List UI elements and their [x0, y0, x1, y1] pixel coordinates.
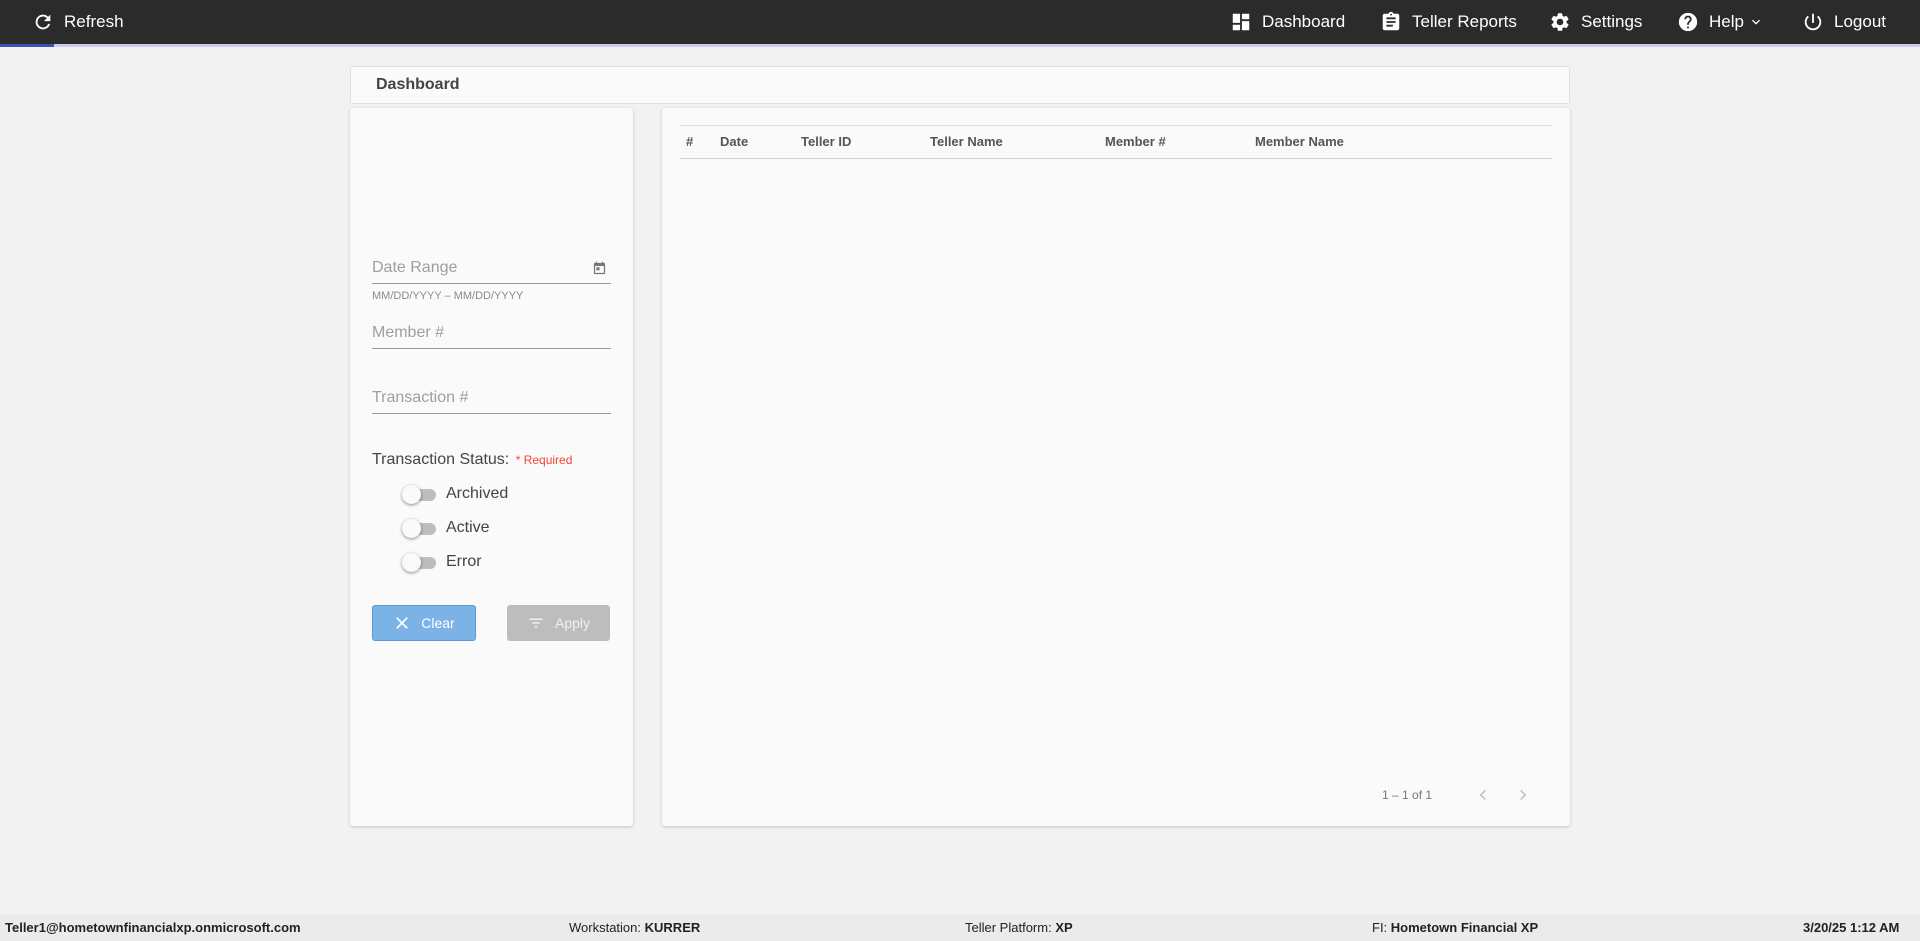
column-header-member-name[interactable]: Member Name — [1255, 126, 1344, 158]
loading-progress-fill — [0, 44, 54, 47]
next-page-button[interactable] — [1509, 781, 1537, 809]
chevron-left-icon — [1479, 789, 1486, 801]
paginator-range-label: 1 – 1 of 1 — [1382, 788, 1433, 802]
workstation-label: Workstation: — [569, 920, 642, 935]
active-label: Active — [446, 519, 490, 536]
logout-button[interactable]: Logout — [1802, 0, 1886, 44]
member-number-input[interactable] — [372, 321, 582, 345]
nav-teller-reports-label: Teller Reports — [1412, 12, 1517, 31]
teller-platform-value: XP — [1055, 920, 1073, 935]
transaction-status-label: Transaction Status: * Required — [372, 451, 572, 469]
apply-label: Apply — [554, 615, 591, 631]
archived-switch[interactable] — [402, 484, 438, 504]
table-header-row: # Date Teller ID Teller Name Member # Me… — [680, 125, 1552, 159]
fi-info: FI: Hometown Financial XP — [1372, 914, 1538, 941]
column-header-teller-id[interactable]: Teller ID — [801, 126, 851, 158]
error-toggle[interactable]: Error — [402, 550, 482, 574]
clear-button[interactable]: Clear — [372, 605, 476, 641]
nav-help-label: Help — [1709, 12, 1744, 31]
gear-icon — [1551, 13, 1569, 31]
help-icon — [1678, 12, 1698, 32]
chevron-down-icon — [1751, 19, 1760, 25]
nav-help-menu-button[interactable]: Help — [1677, 0, 1764, 44]
nav-settings-label: Settings — [1581, 12, 1643, 31]
column-header-teller-name[interactable]: Teller Name — [930, 126, 1003, 158]
workstation-info: Workstation: KURRER — [569, 914, 700, 941]
nav-dashboard-button[interactable]: Dashboard — [1230, 0, 1345, 44]
nav-dashboard-label: Dashboard — [1262, 12, 1346, 31]
top-navigation-bar: Refresh Dashboard Teller Reports Setting… — [0, 0, 1920, 44]
refresh-button[interactable]: Refresh — [32, 0, 124, 44]
page-title: Dashboard — [376, 76, 460, 93]
refresh-label: Refresh — [64, 12, 124, 31]
transaction-status-text: Transaction Status: — [372, 451, 510, 468]
member-number-field[interactable] — [372, 321, 611, 349]
status-bar: Teller1@hometownfinancialxp.onmicrosoft.… — [0, 914, 1920, 941]
results-table-panel: # Date Teller ID Teller Name Member # Me… — [662, 108, 1570, 826]
close-icon — [396, 617, 409, 629]
refresh-icon — [35, 14, 51, 30]
teller-platform-label: Teller Platform: — [965, 920, 1052, 935]
date-range-hint: MM/DD/YYYY – MM/DD/YYYY — [372, 290, 524, 302]
previous-page-button[interactable] — [1469, 781, 1497, 809]
chevron-right-icon — [1520, 789, 1527, 801]
logout-label: Logout — [1834, 12, 1886, 31]
active-switch[interactable] — [402, 518, 438, 538]
active-toggle[interactable]: Active — [402, 516, 490, 540]
fi-label: FI: — [1372, 920, 1388, 935]
archived-toggle[interactable]: Archived — [402, 482, 508, 506]
column-header-member-number[interactable]: Member # — [1105, 126, 1166, 158]
nav-settings-button[interactable]: Settings — [1549, 0, 1642, 44]
date-range-field[interactable] — [372, 256, 611, 284]
power-icon — [1804, 13, 1822, 31]
current-datetime: 3/20/25 1:12 AM — [1803, 920, 1900, 935]
dashboard-icon — [1232, 13, 1250, 31]
current-user: Teller1@hometownfinancialxp.onmicrosoft.… — [5, 920, 301, 935]
filter-panel: MM/DD/YYYY – MM/DD/YYYY Transaction Stat… — [350, 108, 633, 826]
apply-button[interactable]: Apply — [507, 605, 610, 641]
clipboard-icon — [1382, 11, 1400, 31]
workstation-value: KURRER — [644, 920, 701, 935]
calendar-icon[interactable] — [592, 261, 607, 276]
clear-label: Clear — [421, 615, 455, 631]
fi-value: Hometown Financial XP — [1390, 920, 1539, 935]
loading-progress-bar — [0, 44, 1920, 47]
column-header-number[interactable]: # — [686, 126, 693, 158]
error-switch[interactable] — [402, 552, 438, 572]
required-indicator: * Required — [515, 453, 573, 467]
transaction-number-field[interactable] — [372, 386, 611, 414]
error-label: Error — [446, 553, 482, 570]
archived-label: Archived — [446, 485, 509, 502]
page-header: Dashboard — [350, 66, 1570, 104]
column-header-date[interactable]: Date — [720, 126, 748, 158]
date-range-input[interactable] — [372, 256, 582, 280]
filter-icon — [529, 618, 543, 628]
nav-teller-reports-button[interactable]: Teller Reports — [1380, 0, 1517, 44]
transaction-number-input[interactable] — [372, 386, 582, 410]
teller-platform-info: Teller Platform: XP — [965, 914, 1073, 941]
